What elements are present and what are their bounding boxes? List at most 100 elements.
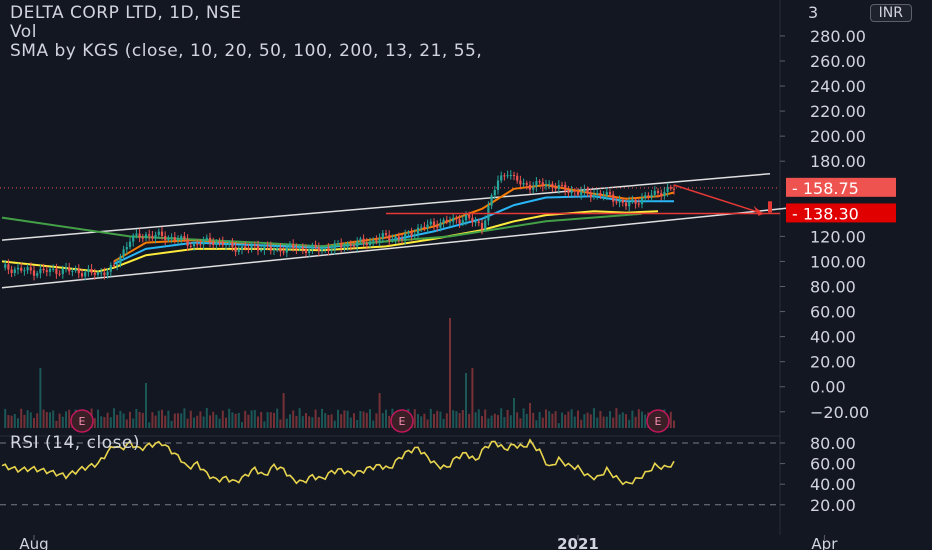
candle-body — [119, 256, 122, 264]
currency-button[interactable]: INR — [869, 4, 912, 22]
candle-body — [612, 194, 615, 202]
candle-body — [141, 237, 144, 239]
volume-bar — [570, 409, 573, 428]
volume-bar — [458, 413, 461, 428]
candle-body — [116, 263, 119, 266]
volume-bar — [225, 417, 227, 428]
candle-body — [45, 270, 48, 272]
candle-body — [484, 220, 487, 230]
candle-body — [247, 248, 250, 250]
volume-bar — [109, 417, 112, 428]
volume-bar — [618, 414, 621, 428]
candle-body — [215, 241, 218, 245]
volume-bar — [292, 410, 295, 428]
candle-body — [314, 244, 317, 248]
volume-bar — [509, 415, 512, 428]
candle-body — [493, 190, 496, 196]
volume-bar — [538, 411, 541, 428]
volume-bar — [61, 416, 64, 428]
candle-body — [13, 269, 16, 273]
volume-bar — [193, 417, 195, 428]
candle-body — [640, 198, 644, 205]
volume-bar — [273, 412, 275, 428]
candle-body — [420, 226, 423, 228]
candle-body — [128, 241, 132, 248]
candle-body — [496, 180, 500, 191]
volume-bar — [13, 413, 16, 428]
candle-body — [16, 267, 20, 270]
volume-bar — [241, 422, 243, 428]
volume-bar — [343, 410, 346, 428]
volume-bar — [490, 415, 493, 428]
price-tick-label: 280.00 — [810, 27, 866, 46]
volume-bar — [381, 413, 384, 428]
candle-body — [106, 271, 109, 276]
volume-bar — [93, 418, 96, 428]
price-tick-label: 40.00 — [810, 328, 856, 347]
volume-bar — [417, 414, 419, 428]
candle-body — [413, 234, 416, 236]
volume-bar — [244, 410, 247, 428]
candle-body — [10, 269, 13, 273]
volume-bar — [189, 410, 192, 428]
volume-bar — [173, 413, 176, 428]
volume-bar — [375, 413, 378, 428]
candle-body — [234, 246, 237, 252]
volume-bar — [26, 410, 29, 428]
volume-bar — [519, 418, 522, 428]
volume-bar — [353, 413, 355, 428]
volume-bar — [49, 412, 51, 428]
candle-body — [576, 191, 580, 195]
candle-body — [244, 246, 247, 249]
earnings-marker[interactable]: E — [390, 409, 414, 433]
rsi-tick-label: 20.00 — [810, 496, 856, 515]
volume-bar — [535, 420, 538, 428]
candle-body — [93, 272, 96, 275]
volume-bar — [474, 412, 477, 428]
candle-body — [599, 192, 602, 196]
candle-body — [157, 231, 160, 235]
volume-bar — [36, 413, 39, 428]
candle-body — [250, 244, 253, 249]
candle-body — [365, 242, 368, 246]
volume-bar — [65, 411, 67, 428]
candle-body — [84, 272, 87, 277]
price-chart[interactable]: E E E 280.00 260.00 240.00 220.00 200.00 180.00… — [0, 0, 932, 550]
earnings-label: E — [655, 415, 662, 428]
candle-body — [400, 239, 404, 241]
volume-bar — [23, 414, 26, 428]
candle-body — [580, 191, 583, 195]
candle-body — [567, 190, 570, 194]
volume-bar — [289, 414, 291, 428]
candle-body — [48, 268, 52, 272]
volume-bar — [500, 408, 503, 428]
candle-body — [23, 270, 26, 272]
earnings-marker[interactable]: E — [646, 409, 670, 433]
volume-bar — [106, 412, 109, 428]
candle-body — [183, 236, 186, 240]
volume-bar — [161, 409, 163, 428]
volume-bar — [58, 413, 61, 428]
candle-body — [164, 235, 167, 241]
volume-bar — [100, 416, 103, 428]
volume-bar — [333, 420, 336, 428]
candle-body — [196, 243, 199, 245]
volume-bar — [183, 408, 186, 428]
time-label: 2021 — [557, 535, 599, 550]
volume-bar — [324, 413, 327, 428]
candle-body — [381, 233, 384, 239]
price-marker-label: - 158.75 — [792, 179, 859, 198]
candle-body — [596, 192, 599, 195]
volume-bar — [138, 412, 141, 428]
candle-body — [548, 183, 551, 185]
candle-body — [180, 236, 183, 240]
volume-bar — [295, 415, 298, 428]
candle-body — [368, 241, 372, 246]
earnings-marker[interactable]: E — [70, 409, 94, 433]
volume-bar — [228, 408, 231, 428]
volume-bar — [567, 411, 570, 428]
volume-bar — [250, 410, 253, 428]
candle-body — [231, 242, 234, 247]
volume-bar — [113, 408, 115, 428]
candle-body — [112, 265, 116, 267]
